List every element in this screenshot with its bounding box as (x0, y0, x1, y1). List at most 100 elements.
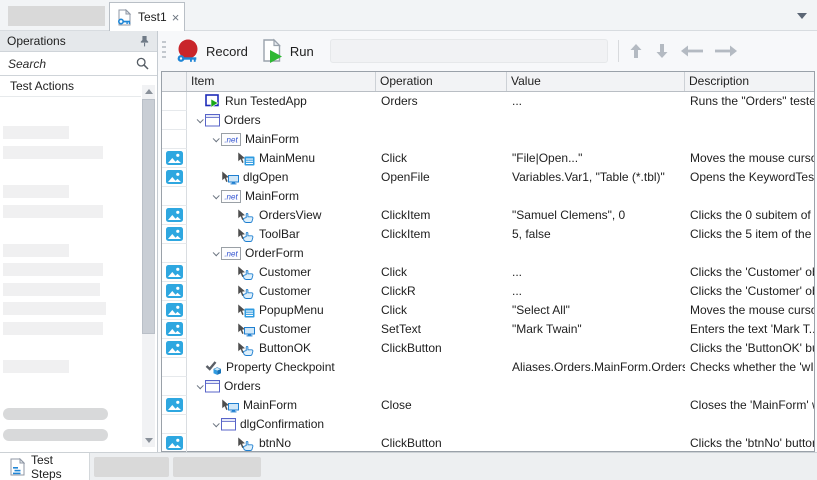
screenshot-cell[interactable] (162, 282, 187, 301)
cell-operation[interactable] (376, 130, 507, 149)
record-button[interactable]: Record (172, 36, 256, 67)
screenshot-cell[interactable] (162, 301, 187, 320)
column-value[interactable]: Value (507, 72, 685, 91)
cell-description[interactable]: Enters the text 'Mark T... (685, 320, 814, 339)
cell-item[interactable]: Orders (187, 111, 376, 130)
screenshot-cell[interactable] (162, 396, 187, 415)
cell-value[interactable] (507, 244, 685, 263)
cell-item[interactable]: Customer (187, 320, 376, 339)
cell-operation[interactable] (376, 187, 507, 206)
cell-description[interactable] (685, 377, 814, 396)
cell-description[interactable] (685, 415, 814, 434)
cell-operation[interactable]: Close (376, 396, 507, 415)
cell-operation[interactable]: Click (376, 263, 507, 282)
cell-item[interactable]: ButtonOK (187, 339, 376, 358)
cell-operation[interactable]: ClickButton (376, 339, 507, 358)
cell-item[interactable]: Run TestedApp (187, 92, 376, 111)
cell-item[interactable]: MainForm (187, 396, 376, 415)
search-input[interactable] (0, 52, 157, 75)
cell-operation[interactable]: Orders (376, 92, 507, 111)
run-button[interactable]: Run (256, 36, 322, 67)
cell-value[interactable]: "Mark Twain" (507, 320, 685, 339)
screenshot-cell[interactable] (162, 149, 187, 168)
cell-operation[interactable] (376, 358, 507, 377)
cell-value[interactable] (507, 415, 685, 434)
cell-value[interactable] (507, 434, 685, 453)
move-up-icon[interactable] (627, 42, 645, 60)
screenshot-cell[interactable] (162, 225, 187, 244)
column-description[interactable]: Description (685, 72, 814, 91)
cell-operation[interactable]: ClickButton (376, 434, 507, 453)
table-row[interactable]: MainFormClose Closes the 'MainForm' w... (162, 396, 814, 415)
cell-value[interactable]: "Select All" (507, 301, 685, 320)
scrollbar-thumb[interactable] (142, 99, 155, 334)
cell-description[interactable] (685, 244, 814, 263)
cell-value[interactable]: ... (507, 263, 685, 282)
expand-chevron-icon[interactable] (193, 111, 205, 130)
cell-operation[interactable] (376, 244, 507, 263)
tab-test-steps[interactable]: Test Steps (0, 453, 90, 480)
cell-item[interactable]: dlgConfirmation (187, 415, 376, 434)
cell-item[interactable]: .netOrderForm (187, 244, 376, 263)
table-row[interactable]: PopupMenuClick"Select All"Moves the mous… (162, 301, 814, 320)
cell-description[interactable]: Moves the mouse curso... (685, 301, 814, 320)
cell-item[interactable]: Property Checkpoint (187, 358, 376, 377)
table-row[interactable]: Orders (162, 377, 814, 396)
cell-item[interactable]: Customer (187, 263, 376, 282)
cell-description[interactable]: Clicks the 'ButtonOK' bu... (685, 339, 814, 358)
cell-value[interactable]: "Samuel Clemens", 0 (507, 206, 685, 225)
cell-description[interactable] (685, 130, 814, 149)
screenshot-cell[interactable] (162, 168, 187, 187)
expand-chevron-icon[interactable] (209, 130, 221, 149)
tab-list-dropdown-icon[interactable] (797, 13, 807, 19)
cell-description[interactable]: Checks whether the 'wI... (685, 358, 814, 377)
toolbar-grip[interactable] (162, 41, 166, 61)
move-down-icon[interactable] (653, 42, 671, 60)
cell-value[interactable]: "File|Open..." (507, 149, 685, 168)
column-item[interactable]: Item (187, 72, 376, 91)
cell-description[interactable] (685, 111, 814, 130)
column-screenshot[interactable] (162, 72, 187, 91)
cell-item[interactable]: .netMainForm (187, 130, 376, 149)
cell-value[interactable]: Aliases.Orders.MainForm.OrdersVi... (507, 358, 685, 377)
screenshot-cell[interactable] (162, 434, 187, 453)
cell-value[interactable] (507, 130, 685, 149)
cell-operation[interactable]: SetText (376, 320, 507, 339)
table-row[interactable]: btnNoClickButtonClicks the 'btnNo' butto… (162, 434, 814, 453)
expand-chevron-icon[interactable] (209, 415, 221, 434)
table-row[interactable]: CustomerSetText"Mark Twain"Enters the te… (162, 320, 814, 339)
cell-description[interactable]: Clicks the 0 subitem of t... (685, 206, 814, 225)
table-row[interactable]: CustomerClickR...Clicks the 'Customer' o… (162, 282, 814, 301)
table-row[interactable]: dlgConfirmation (162, 415, 814, 434)
inactive-bottom-tab[interactable] (173, 457, 261, 477)
table-row[interactable]: Orders (162, 111, 814, 130)
cell-description[interactable]: Closes the 'MainForm' w... (685, 396, 814, 415)
cell-item[interactable]: Customer (187, 282, 376, 301)
cell-item[interactable]: ToolBar (187, 225, 376, 244)
cell-description[interactable]: Clicks the 5 item of the '... (685, 225, 814, 244)
test-actions-header[interactable]: Test Actions (0, 76, 141, 97)
table-row[interactable]: dlgOpenOpenFileVariables.Var1, "Table (*… (162, 168, 814, 187)
cell-item[interactable]: dlgOpen (187, 168, 376, 187)
cell-item[interactable]: OrdersView (187, 206, 376, 225)
cell-value[interactable]: 5, false (507, 225, 685, 244)
cell-description[interactable]: Clicks the 'btnNo' button. (685, 434, 814, 453)
cell-value[interactable] (507, 377, 685, 396)
cell-value[interactable] (507, 339, 685, 358)
tab-test1[interactable]: Test1 × (109, 2, 185, 31)
cell-operation[interactable]: Click (376, 149, 507, 168)
cell-description[interactable]: Opens the KeywordTest... (685, 168, 814, 187)
screenshot-cell[interactable] (162, 320, 187, 339)
inactive-bottom-tab[interactable] (94, 457, 169, 477)
cell-operation[interactable]: ClickItem (376, 206, 507, 225)
cell-item[interactable]: Orders (187, 377, 376, 396)
cell-operation[interactable] (376, 415, 507, 434)
screenshot-cell[interactable] (162, 206, 187, 225)
cell-operation[interactable] (376, 377, 507, 396)
move-right-icon[interactable] (713, 44, 739, 58)
cell-value[interactable]: ... (507, 282, 685, 301)
table-row[interactable]: .netOrderForm (162, 244, 814, 263)
cell-item[interactable]: MainMenu (187, 149, 376, 168)
screenshot-cell[interactable] (162, 263, 187, 282)
table-row[interactable]: .netMainForm (162, 187, 814, 206)
